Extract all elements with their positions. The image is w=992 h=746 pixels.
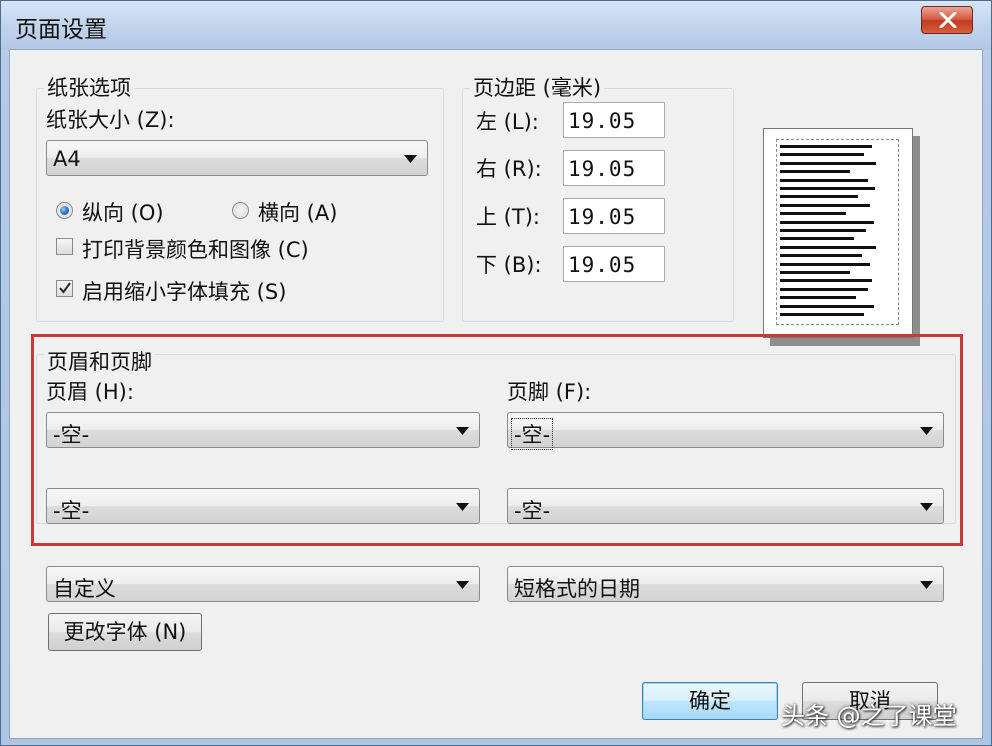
preview-text-line xyxy=(780,245,876,249)
margin-left-label: 左 (L): xyxy=(476,110,539,134)
preview-text-line xyxy=(780,237,854,241)
preview-text-line xyxy=(780,145,872,148)
margin-top-label: 上 (T): xyxy=(476,205,540,229)
paper-size-value: A4 xyxy=(53,147,81,171)
paper-options-label: 纸张选项 xyxy=(44,72,134,102)
close-icon xyxy=(939,12,957,28)
header-select-3[interactable]: 自定义 xyxy=(46,566,480,602)
preview-text-line xyxy=(780,313,864,316)
portrait-radio[interactable] xyxy=(56,202,73,219)
preview-text-line xyxy=(780,178,868,182)
close-button[interactable] xyxy=(921,6,973,34)
ok-button-label: 确定 xyxy=(689,689,731,713)
preview-text-line xyxy=(780,161,876,165)
window-title: 页面设置 xyxy=(15,17,107,43)
margin-left-input[interactable]: 19.05 xyxy=(563,102,665,138)
paper-size-select[interactable]: A4 xyxy=(46,140,428,176)
ok-button[interactable]: 确定 xyxy=(642,682,778,720)
preview-text-line xyxy=(780,195,858,199)
chevron-down-icon xyxy=(456,581,469,589)
preview-text-line xyxy=(780,296,856,300)
margin-bottom-input[interactable]: 19.05 xyxy=(563,246,665,282)
preview-text-line xyxy=(780,279,872,283)
footer-select-3[interactable]: 短格式的日期 xyxy=(507,566,944,602)
page-preview xyxy=(763,128,913,338)
margin-right-label: 右 (R): xyxy=(476,157,542,181)
margin-left-value: 19.05 xyxy=(568,109,637,133)
margins-label: 页边距 (毫米) xyxy=(470,72,605,102)
paper-size-label: 纸张大小 (Z): xyxy=(46,108,175,132)
change-font-button[interactable]: 更改字体 (N) xyxy=(48,613,202,651)
preview-text-line xyxy=(780,229,866,232)
preview-text-line xyxy=(780,254,862,258)
margin-right-input[interactable]: 19.05 xyxy=(563,150,665,186)
margin-right-value: 19.05 xyxy=(568,157,637,181)
preview-text-line xyxy=(780,271,850,274)
page-setup-dialog: 页面设置 纸张选项 纸张大小 (Z): A4 纵向 (O) 横向 (A) 打印背… xyxy=(0,0,992,746)
chevron-down-icon xyxy=(404,155,417,163)
landscape-radio[interactable] xyxy=(232,202,249,219)
radio-selected-dot xyxy=(60,206,69,215)
chevron-down-icon xyxy=(920,581,933,589)
preview-text-line xyxy=(780,153,864,157)
print-background-checkbox[interactable] xyxy=(56,238,73,255)
preview-text-line xyxy=(780,262,870,266)
print-background-label[interactable]: 打印背景颜色和图像 (C) xyxy=(82,234,309,264)
landscape-label[interactable]: 横向 (A) xyxy=(258,197,337,227)
portrait-label[interactable]: 纵向 (O) xyxy=(82,197,164,227)
checkmark-icon xyxy=(59,282,71,294)
preview-text-line xyxy=(780,287,868,291)
shrink-to-fit-label[interactable]: 启用缩小字体填充 (S) xyxy=(82,276,286,306)
preview-text-line xyxy=(780,304,874,308)
preview-text-line xyxy=(780,187,875,190)
margin-bottom-label: 下 (B): xyxy=(476,253,542,277)
preview-text-line xyxy=(780,203,870,207)
margin-top-input[interactable]: 19.05 xyxy=(563,198,665,234)
margin-bottom-value: 19.05 xyxy=(568,253,637,277)
shrink-to-fit-checkbox[interactable] xyxy=(56,280,73,297)
preview-text-line xyxy=(780,220,874,224)
source-watermark: 头条 @之了课堂 xyxy=(781,702,957,730)
title-bar: 页面设置 xyxy=(1,1,991,49)
footer-select-3-value: 短格式的日期 xyxy=(514,577,640,601)
change-font-button-label: 更改字体 (N) xyxy=(63,620,187,644)
highlight-annotation-box xyxy=(31,334,963,546)
header-select-3-value: 自定义 xyxy=(53,577,116,601)
margin-top-value: 19.05 xyxy=(568,205,637,229)
preview-text-line xyxy=(780,170,850,174)
preview-text-line xyxy=(780,212,846,216)
